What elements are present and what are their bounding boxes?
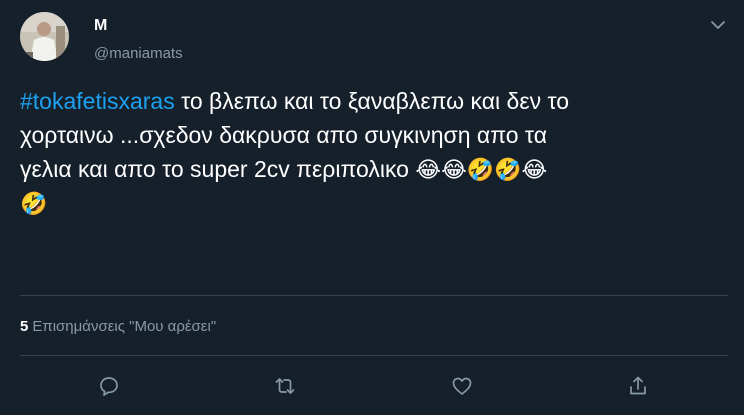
avatar-image [20,12,69,61]
heart-icon[interactable] [450,374,474,398]
divider [20,295,728,296]
tweet-text-line: γελια και απο το super 2cv περιπολικο 😂😂… [20,152,730,186]
tweet-text-segment: το βλεπω και το ξαναβλεπω και δεν το [174,88,570,114]
emoji-group: 😂😂🤣🤣😂 [415,157,548,182]
likes-stat[interactable]: 5 Επισημάνσεις "Μου αρέσει" [20,318,216,335]
emoji-group: 🤣 [20,191,48,216]
chevron-down-icon[interactable] [708,15,728,35]
tweet-text-segment: χορταινω ...σχεδον δακρυσα απο συγκινηση… [20,122,547,148]
display-name[interactable]: M [94,17,107,35]
likes-label: Επισημάνσεις "Μου αρέσει" [32,318,217,335]
tweet-card: M @maniamats #tokafetisxaras το βλεπω κα… [0,0,744,415]
reply-icon[interactable] [97,374,121,398]
likes-count: 5 [20,318,29,335]
share-icon[interactable] [626,374,650,398]
tweet-text: #tokafetisxaras το βλεπω και το ξαναβλεπ… [20,84,730,220]
tweet-text-line: χορταινω ...σχεδον δακρυσα απο συγκινηση… [20,118,730,152]
tweet-text-segment: γελια και απο το super 2cv περιπολικο [20,156,416,182]
hashtag-link[interactable]: #tokafetisxaras [20,88,175,114]
retweet-icon[interactable] [273,374,297,398]
divider [20,355,728,356]
user-handle[interactable]: @maniamats [94,45,183,62]
tweet-text-line: 🤣 [20,186,730,220]
tweet-text-line: #tokafetisxaras το βλεπω και το ξαναβλεπ… [20,84,730,118]
avatar[interactable] [20,12,69,61]
